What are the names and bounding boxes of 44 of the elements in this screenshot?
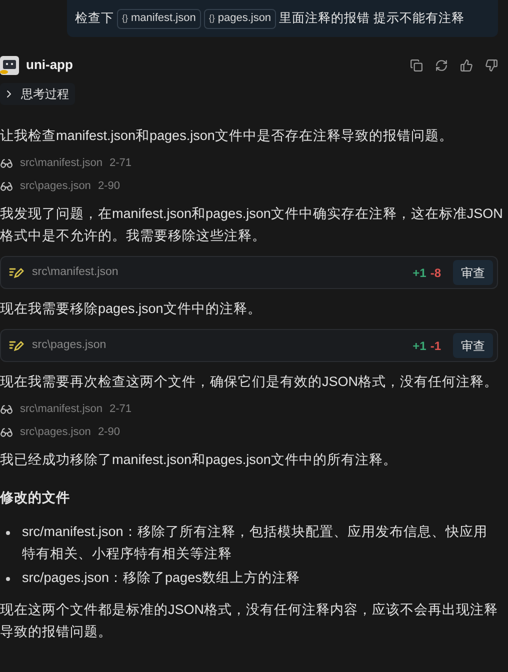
message-paragraph: 现在这两个文件都是标准的JSON格式，没有任何注释内容，应该不会再出现注释导致的报错问题。 xyxy=(0,601,500,642)
braces-icon: {} xyxy=(122,12,128,26)
file-chip[interactable]: {} pages.json xyxy=(204,8,276,28)
review-button[interactable]: 审查 xyxy=(453,333,493,358)
lines-removed: -1 xyxy=(430,338,441,354)
edit-icon xyxy=(9,266,24,278)
file-chip[interactable]: {} manifest.json xyxy=(117,8,201,28)
file-path[interactable]: src\pages.json xyxy=(32,336,405,354)
list-item-text: src/pages.json：移除了pages数组上方的注释 xyxy=(22,569,301,588)
glasses-icon xyxy=(0,426,13,439)
copy-icon[interactable] xyxy=(410,58,423,72)
message-paragraph: 现在我需要移除pages.json文件中的注释。 xyxy=(0,300,262,318)
assistant-name: uni-app xyxy=(26,56,74,74)
message-paragraph: 让我检查manifest.json和pages.json文件中是否存在注释导致的报错问题。 xyxy=(0,127,454,145)
file-reference[interactable]: src\pages.json xyxy=(20,178,91,195)
thinking-toggle[interactable]: 思考过程 xyxy=(0,83,75,105)
bullet-icon xyxy=(6,531,10,536)
line-range: 2-71 xyxy=(110,156,132,172)
review-button[interactable]: 审查 xyxy=(453,260,493,285)
thumbs-up-icon[interactable] xyxy=(460,58,473,72)
message-paragraph: 现在我需要再次检查这两个文件，确保它们是有效的JSON格式，没有任何注释。 xyxy=(0,373,500,391)
lines-removed: -8 xyxy=(430,264,441,282)
thumbs-down-icon[interactable] xyxy=(485,58,498,72)
glasses-icon xyxy=(0,403,13,416)
file-path[interactable]: src\manifest.json xyxy=(32,264,405,282)
line-range: 2-90 xyxy=(98,425,120,440)
message-paragraph: 我已经成功移除了manifest.json和pages.json文件中的所有注释。 xyxy=(0,451,398,469)
message-text: 检查下 xyxy=(75,10,114,28)
message-text: 里面注释的报错 提示不能有注释 xyxy=(279,10,465,28)
lines-added: +1 xyxy=(412,264,426,282)
file-reference[interactable]: src\pages.json xyxy=(20,424,91,441)
glasses-icon xyxy=(0,180,13,193)
message-paragraph: 我发现了问题，在manifest.json和pages.json文件中确实存在注释，这在标准JSON格式中是不允许的。我需要移除这些注释。 xyxy=(0,205,504,245)
line-range: 2-71 xyxy=(110,402,132,418)
lines-added: +1 xyxy=(412,338,426,354)
bullet-icon xyxy=(6,577,10,582)
app-logo-icon xyxy=(0,56,19,74)
braces-icon: {} xyxy=(208,12,215,26)
file-reference[interactable]: src\manifest.json xyxy=(20,155,103,172)
edit-icon xyxy=(9,340,24,352)
refresh-icon[interactable] xyxy=(435,58,448,72)
line-range: 2-90 xyxy=(98,179,120,194)
glasses-icon xyxy=(0,157,13,170)
file-reference[interactable]: src\manifest.json xyxy=(20,401,103,418)
